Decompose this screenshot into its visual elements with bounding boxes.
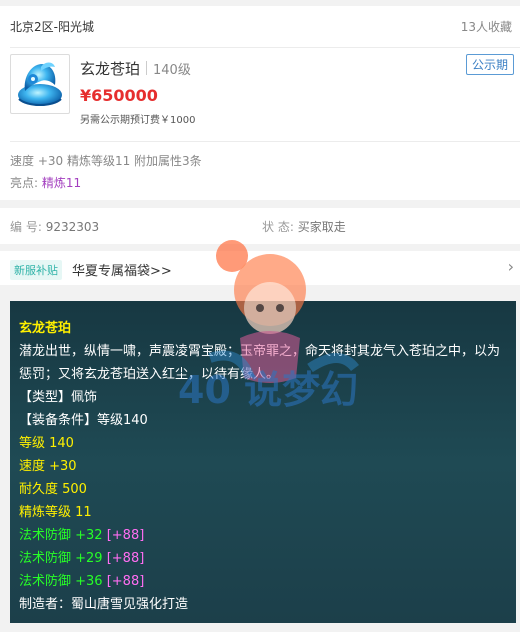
desc-speed: 速度 +30 bbox=[19, 459, 77, 474]
section-gap bbox=[0, 244, 520, 251]
highlight-value: 精炼11 bbox=[41, 176, 82, 190]
desc-refine: 精炼等级 11 bbox=[19, 505, 92, 520]
desc-type: 【类型】佩饰 bbox=[19, 390, 98, 405]
chevron-right-icon[interactable]: › bbox=[508, 257, 514, 276]
section-gap bbox=[0, 200, 520, 208]
title-separator bbox=[146, 61, 148, 75]
item-description-panel: 玄龙苍珀 潜龙出世，纵情一啸，声震凌霄宝殿；玉帝罪之，命天将封其龙气入苍珀之中，… bbox=[10, 301, 516, 623]
desc-magic-def-3: 法术防御 +36 [+88] bbox=[19, 570, 507, 593]
stats-summary: 速度 +30 精炼等级11 附加属性3条 亮点: 精炼11 bbox=[0, 142, 520, 200]
item-price: ¥650000 bbox=[80, 86, 158, 105]
meta-row: 编 号: 9232303 状 态: 买家取走 bbox=[0, 208, 520, 244]
magic-def-bonus: [+88] bbox=[106, 574, 145, 589]
favorite-count[interactable]: 13人收藏 bbox=[461, 18, 512, 35]
item-level: 140级 bbox=[153, 63, 191, 78]
item-title: 玄龙苍珀 140级 bbox=[80, 58, 191, 79]
item-name: 玄龙苍珀 bbox=[80, 60, 141, 78]
desc-level: 等级 140 bbox=[19, 436, 74, 451]
magic-def-base: 法术防御 +32 bbox=[19, 528, 103, 543]
code-label: 编 号: bbox=[10, 220, 42, 234]
code-value: 9232303 bbox=[45, 220, 100, 234]
highlight-row: 亮点: 精炼11 bbox=[10, 174, 81, 191]
desc-requirement: 【装备条件】等级140 bbox=[19, 413, 148, 428]
desc-maker: 制造者：蜀山唐雪见强化打造 bbox=[19, 597, 189, 612]
section-gap bbox=[0, 285, 520, 301]
server-name: 北京2区-阳光城 bbox=[10, 20, 94, 34]
promo-tag: 新服补贴 bbox=[10, 260, 62, 280]
status-value: 买家取走 bbox=[297, 220, 346, 234]
magic-def-base: 法术防御 +36 bbox=[19, 574, 103, 589]
item-summary[interactable]: 玄龙苍珀 140级 公示期 ¥650000 另需公示期预订费￥1000 bbox=[0, 48, 520, 142]
item-code: 编 号: 9232303 bbox=[10, 218, 99, 235]
promo-banner[interactable]: 新服补贴 华夏专属福袋>> › bbox=[0, 251, 520, 285]
desc-durability: 耐久度 500 bbox=[19, 482, 87, 497]
magic-def-base: 法术防御 +29 bbox=[19, 551, 103, 566]
highlight-label: 亮点: bbox=[10, 176, 39, 190]
publicity-badge: 公示期 bbox=[465, 54, 514, 75]
promo-link[interactable]: 华夏专属福袋>> bbox=[72, 260, 172, 279]
server-row: 北京2区-阳光城 13人收藏 bbox=[0, 6, 520, 48]
magic-def-bonus: [+88] bbox=[106, 528, 145, 543]
desc-magic-def-1: 法术防御 +32 [+88] bbox=[19, 524, 507, 547]
jade-ornament-icon[interactable] bbox=[10, 54, 70, 114]
deposit-note: 另需公示期预订费￥1000 bbox=[80, 115, 196, 126]
desc-title: 玄龙苍珀 bbox=[19, 321, 72, 336]
magic-def-bonus: [+88] bbox=[106, 551, 145, 566]
item-status: 状 态: 买家取走 bbox=[262, 218, 346, 235]
status-label: 状 态: bbox=[262, 220, 294, 234]
bottom-strip bbox=[0, 623, 520, 632]
desc-lore: 潜龙出世，纵情一啸，声震凌霄宝殿；玉帝罪之，命天将封其龙气入苍珀之中，以为惩罚；… bbox=[19, 344, 501, 382]
desc-magic-def-2: 法术防御 +29 [+88] bbox=[19, 547, 507, 570]
stats-text: 速度 +30 精炼等级11 附加属性3条 bbox=[10, 154, 202, 168]
